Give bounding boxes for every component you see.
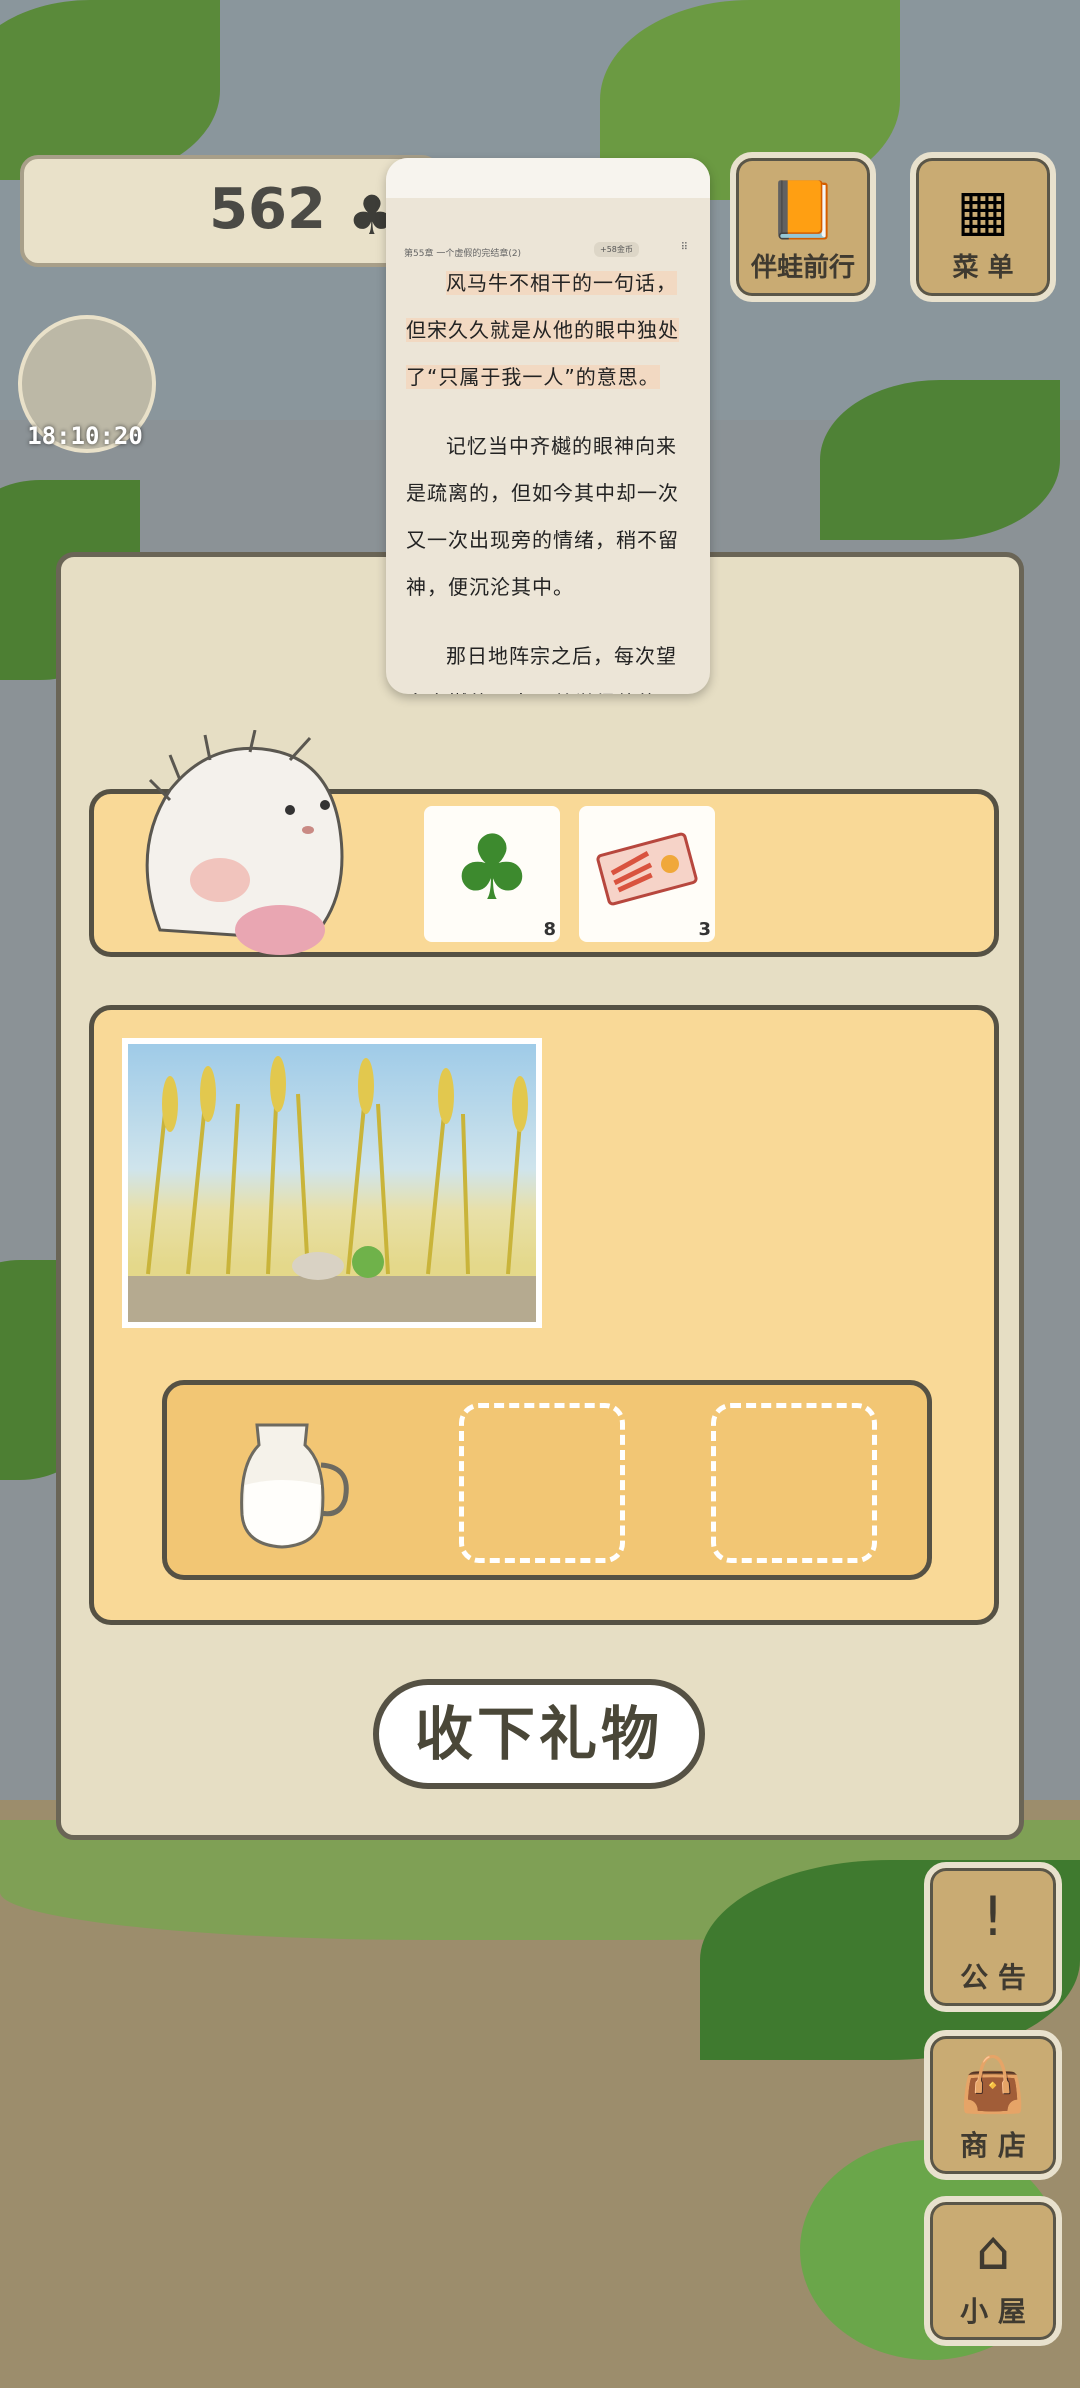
travel-with-frog-button[interactable]: 📙 伴蛙前行	[730, 152, 876, 302]
milk-jug-icon	[240, 1423, 349, 1549]
floating-reader-window[interactable]: 第55章 一个虚假的完结章(2) +58金币 ⠿ 风马牛不相干的一句话，但宋久久…	[386, 158, 710, 694]
reader-paragraph: 记忆当中齐樾的眼神向来是疏离的，但如今其中却一次又一次出现旁的情绪，稍不留神，便…	[406, 434, 679, 599]
photo-album-icon: 📙	[768, 178, 838, 243]
menu-button[interactable]: ▦ 菜 单	[910, 152, 1056, 302]
ticket-gift-card: 3	[579, 806, 715, 942]
menu-button-label: 菜 单	[952, 253, 1014, 283]
milk-jug-slot[interactable]	[227, 1405, 357, 1565]
house-button[interactable]: ⌂ 小 屋	[924, 2196, 1062, 2346]
clover-gift-count: 8	[543, 919, 556, 940]
reader-top-bar[interactable]	[386, 158, 710, 198]
item-slots	[162, 1380, 932, 1580]
wheat-field-image	[128, 1044, 536, 1322]
clover-icon: ♣	[451, 816, 533, 921]
reader-text: 风马牛不相干的一句话，但宋久久就是从他的眼中独处了“只属于我一人”的意思。 记忆…	[406, 260, 694, 694]
clover-count: 562	[209, 177, 326, 242]
reader-more-icon[interactable]: ⠿	[681, 242, 688, 253]
souvenir-panel	[89, 1005, 999, 1625]
menu-cards-icon: ▦	[956, 178, 1010, 243]
shop-button[interactable]: 👜 商 店	[924, 2030, 1062, 2180]
shopping-bag-icon: 👜	[959, 2053, 1027, 2116]
shop-button-label: 商 店	[960, 2129, 1026, 2162]
empty-slot[interactable]	[459, 1403, 625, 1563]
reader-paragraph: 那日地阵宗之后，每次望向齐樾的眼中，总觉得他的目光喜欢的不像话	[406, 644, 678, 694]
receive-gift-button[interactable]: 收下礼物	[373, 1679, 705, 1789]
travel-photo[interactable]	[122, 1038, 542, 1328]
ticket-gift-count: 3	[698, 919, 711, 940]
travel-button-label: 伴蛙前行	[750, 253, 855, 283]
exclamation-icon: !	[982, 1885, 1004, 1948]
clock-time: 18:10:20	[27, 422, 143, 450]
notice-button[interactable]: ! 公 告	[924, 1862, 1062, 2012]
reader-paragraph: 风马牛不相干的一句话，但宋久久就是从他的眼中独处了“只属于我一人”的意思。	[406, 271, 679, 389]
house-icon: ⌂	[975, 2219, 1011, 2282]
notice-button-label: 公 告	[960, 1961, 1026, 1994]
empty-slot[interactable]	[711, 1403, 877, 1563]
reader-reward-badge[interactable]: +58金币	[594, 242, 639, 257]
leaf-decoration	[820, 380, 1060, 540]
reader-chapter-title[interactable]: 第55章 一个虚假的完结章(2)	[404, 246, 521, 259]
clover-counter: 562 ♣	[20, 155, 440, 267]
house-button-label: 小 屋	[960, 2295, 1026, 2328]
hedgehog-character	[130, 729, 370, 960]
ticket-icon	[579, 814, 715, 924]
clover-gift-card: ♣ 8	[424, 806, 560, 942]
